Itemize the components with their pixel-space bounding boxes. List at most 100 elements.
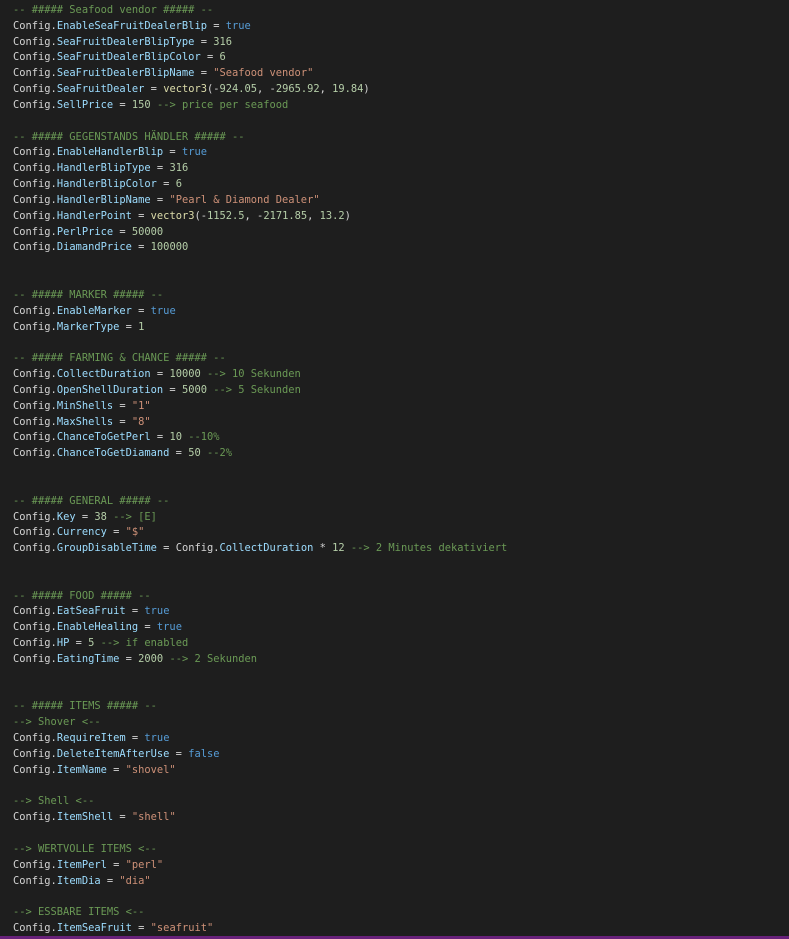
code-line[interactable]: Config.SeaFruitDealer = vector3(-924.05,… xyxy=(13,82,789,98)
code-identifier: Config xyxy=(13,637,51,650)
code-line[interactable]: Config.GroupDisableTime = Config.Collect… xyxy=(13,541,789,557)
code-line[interactable] xyxy=(13,684,789,700)
code-line[interactable] xyxy=(13,462,789,478)
code-operator: = xyxy=(206,19,226,32)
code-line[interactable]: Config.Key = 38 --> [E] xyxy=(13,510,789,526)
code-line[interactable]: Config.HandlerBlipColor = 6 xyxy=(13,177,789,193)
code-identifier: Config xyxy=(13,98,51,111)
code-line[interactable]: -- ##### ITEMS ##### -- xyxy=(13,699,789,715)
code-line[interactable] xyxy=(13,335,789,351)
code-line[interactable]: --> Shover <-- xyxy=(13,715,789,731)
code-operator: = xyxy=(156,542,176,555)
code-identifier: Config xyxy=(13,304,51,317)
code-operator: (- xyxy=(194,209,207,222)
code-line[interactable]: -- ##### MARKER ##### -- xyxy=(13,288,789,304)
code-string: "dia" xyxy=(119,874,151,887)
code-operator: = xyxy=(113,415,132,428)
code-property: DiamandPrice xyxy=(56,241,132,254)
code-operator: = xyxy=(156,178,176,191)
code-operator: = xyxy=(100,874,120,887)
code-line[interactable]: --> WERTVOLLE ITEMS <-- xyxy=(13,842,789,858)
code-line[interactable]: Config.ChanceToGetPerl = 10 --10% xyxy=(13,430,789,446)
code-line[interactable] xyxy=(13,668,789,684)
code-line[interactable]: Config.CollectDuration = 10000 --> 10 Se… xyxy=(13,367,789,383)
code-property: HandlerPoint xyxy=(56,209,132,222)
code-line[interactable]: Config.HandlerPoint = vector3(-1152.5, -… xyxy=(13,209,789,225)
code-keyword: false xyxy=(188,747,220,760)
code-line[interactable] xyxy=(13,889,789,905)
code-line[interactable]: Config.EatingTime = 2000 --> 2 Sekunden xyxy=(13,652,789,668)
code-property: Key xyxy=(56,510,76,523)
code-line[interactable]: Config.EnableHealing = true xyxy=(13,620,789,636)
code-operator: ) xyxy=(363,83,370,96)
code-line[interactable] xyxy=(13,779,789,795)
code-property: SeaFruitDealer xyxy=(56,83,145,96)
code-comment: --> 2 Minutes dekativiert xyxy=(344,542,508,555)
code-line[interactable]: Config.SeaFruitDealerBlipColor = 6 xyxy=(13,50,789,66)
code-string: "1" xyxy=(131,399,151,412)
code-line[interactable] xyxy=(13,272,789,288)
code-line[interactable]: Config.EnableHandlerBlip = true xyxy=(13,145,789,161)
code-line[interactable]: -- ##### FOOD ##### -- xyxy=(13,589,789,605)
code-line[interactable]: Config.ItemName = "shovel" xyxy=(13,763,789,779)
code-line[interactable]: Config.ItemPerl = "perl" xyxy=(13,858,789,874)
code-line[interactable] xyxy=(13,478,789,494)
code-comment: -- ##### Seafood vendor ##### -- xyxy=(13,4,214,16)
code-operator: , - xyxy=(244,209,264,222)
code-line[interactable]: Config.DiamandPrice = 100000 xyxy=(13,240,789,256)
code-comment: --> Shell <-- xyxy=(13,795,95,808)
code-line[interactable] xyxy=(13,573,789,589)
code-identifier: Config xyxy=(13,415,51,428)
code-line[interactable]: Config.HandlerBlipType = 316 xyxy=(13,161,789,177)
code-comment: -- ##### ITEMS ##### -- xyxy=(13,700,157,713)
code-operator: = xyxy=(106,763,126,776)
code-number: 38 xyxy=(94,510,107,523)
code-line[interactable]: Config.DeleteItemAfterUse = false xyxy=(13,747,789,763)
code-identifier: Config xyxy=(13,51,51,64)
code-line[interactable]: Config.EnableSeaFruitDealerBlip = true xyxy=(13,19,789,35)
code-line[interactable]: Config.Currency = "$" xyxy=(13,525,789,541)
code-line[interactable] xyxy=(13,256,789,272)
code-comment: -- ##### FARMING & CHANCE ##### -- xyxy=(13,352,226,365)
code-line[interactable]: --> ESSBARE ITEMS <-- xyxy=(13,905,789,921)
code-line[interactable]: Config.EatSeaFruit = true xyxy=(13,604,789,620)
code-line[interactable] xyxy=(13,557,789,573)
code-line[interactable]: -- ##### GEGENSTANDS HÄNDLER ##### -- xyxy=(13,130,789,146)
code-line[interactable]: Config.SeaFruitDealerBlipName = "Seafood… xyxy=(13,66,789,82)
code-line[interactable]: --> Shell <-- xyxy=(13,794,789,810)
code-operator: = xyxy=(131,241,151,254)
code-line[interactable]: Config.SellPrice = 150 --> price per sea… xyxy=(13,98,789,114)
code-line[interactable]: Config.ItemDia = "dia" xyxy=(13,874,789,890)
code-line[interactable] xyxy=(13,114,789,130)
code-number: 5000 xyxy=(181,383,207,396)
code-property: PerlPrice xyxy=(56,225,114,238)
code-line[interactable]: Config.ChanceToGetDiamand = 50 --2% xyxy=(13,446,789,462)
code-keyword: true xyxy=(144,732,170,745)
code-keyword: true xyxy=(156,621,182,634)
code-editor[interactable]: -- ##### Seafood vendor ##### -- Config.E… xyxy=(13,3,789,937)
code-line[interactable]: Config.MaxShells = "8" xyxy=(13,415,789,431)
code-property: ItemPerl xyxy=(56,858,107,871)
code-property: EatingTime xyxy=(56,652,120,665)
code-identifier: Config xyxy=(13,858,51,871)
code-number: 2000 xyxy=(138,652,164,665)
code-string: "shovel" xyxy=(125,763,176,776)
code-line[interactable]: -- ##### Seafood vendor ##### -- xyxy=(13,3,789,19)
code-line[interactable]: Config.MinShells = "1" xyxy=(13,399,789,415)
code-operator: = xyxy=(200,51,220,64)
code-line[interactable]: Config.PerlPrice = 50000 xyxy=(13,225,789,241)
code-line[interactable]: Config.ItemSeaFruit = "seafruit" xyxy=(13,921,789,937)
code-line[interactable]: Config.MarkerType = 1 xyxy=(13,320,789,336)
code-line[interactable]: -- ##### GENERAL ##### -- xyxy=(13,494,789,510)
code-line[interactable] xyxy=(13,826,789,842)
code-line[interactable]: -- ##### FARMING & CHANCE ##### -- xyxy=(13,351,789,367)
code-property: MinShells xyxy=(56,399,114,412)
code-line[interactable]: Config.ItemShell = "shell" xyxy=(13,810,789,826)
code-line[interactable]: Config.HP = 5 --> if enabled xyxy=(13,636,789,652)
code-line[interactable]: Config.RequireItem = true xyxy=(13,731,789,747)
code-line[interactable]: Config.HandlerBlipName = "Pearl & Diamon… xyxy=(13,193,789,209)
code-line[interactable]: Config.OpenShellDuration = 5000 --> 5 Se… xyxy=(13,383,789,399)
code-comment: --> if enabled xyxy=(94,637,189,650)
code-line[interactable]: Config.SeaFruitDealerBlipType = 316 xyxy=(13,35,789,51)
code-line[interactable]: Config.EnableMarker = true xyxy=(13,304,789,320)
